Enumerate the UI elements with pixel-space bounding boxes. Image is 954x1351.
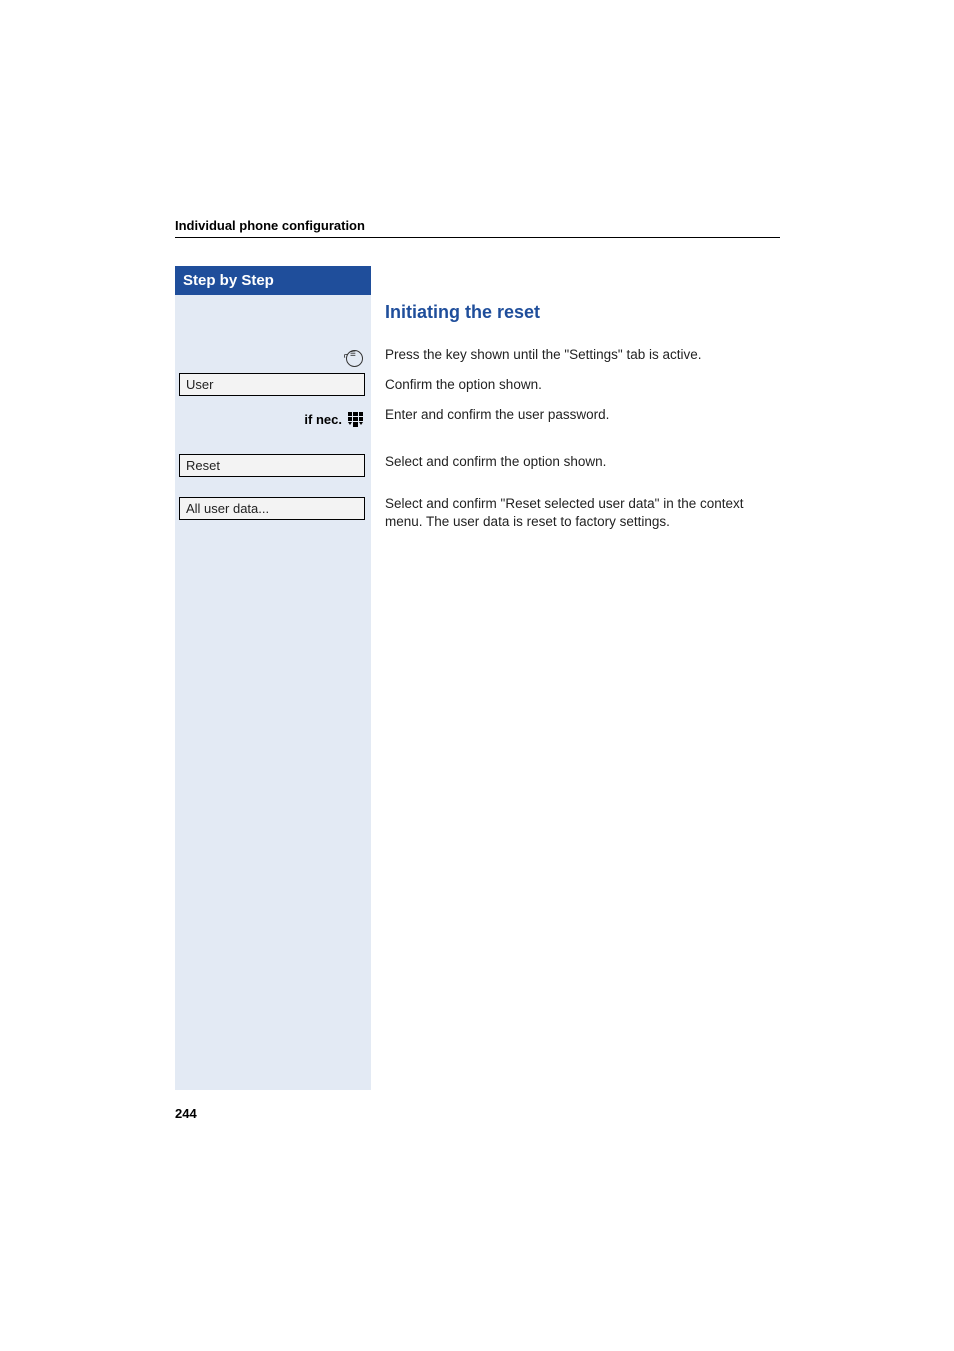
sidebar-title: Step by Step	[175, 266, 371, 295]
page-number: 244	[175, 1106, 197, 1121]
page-content: Individual phone configuration Step by S…	[0, 0, 954, 1090]
page-header-title: Individual phone configuration	[175, 218, 954, 233]
instruction-column: Initiating the reset Press the key shown…	[371, 266, 781, 543]
step-by-step-sidebar: Step by Step User if nec. Reset All user	[175, 266, 371, 1090]
if-necessary-row: if nec.	[175, 404, 371, 434]
menu-option-user: User	[179, 373, 365, 396]
settings-key-row	[175, 345, 371, 367]
menu-option-reset: Reset	[179, 454, 365, 477]
menu-option-all-user-data: All user data...	[179, 497, 365, 520]
instruction-step-1: Press the key shown until the "Settings"…	[385, 346, 781, 364]
instruction-step-2: Confirm the option shown.	[385, 376, 781, 394]
instruction-step-4: Select and confirm the option shown.	[385, 453, 781, 471]
settings-key-icon	[346, 350, 363, 367]
keypad-icon	[348, 412, 363, 427]
header-divider	[175, 237, 780, 238]
section-heading: Initiating the reset	[385, 302, 781, 323]
instruction-step-3: Enter and confirm the user password.	[385, 406, 781, 424]
if-necessary-label: if nec.	[304, 412, 342, 427]
two-column-layout: Step by Step User if nec. Reset All user	[175, 266, 954, 1090]
instruction-step-5: Select and confirm "Reset selected user …	[385, 495, 781, 531]
